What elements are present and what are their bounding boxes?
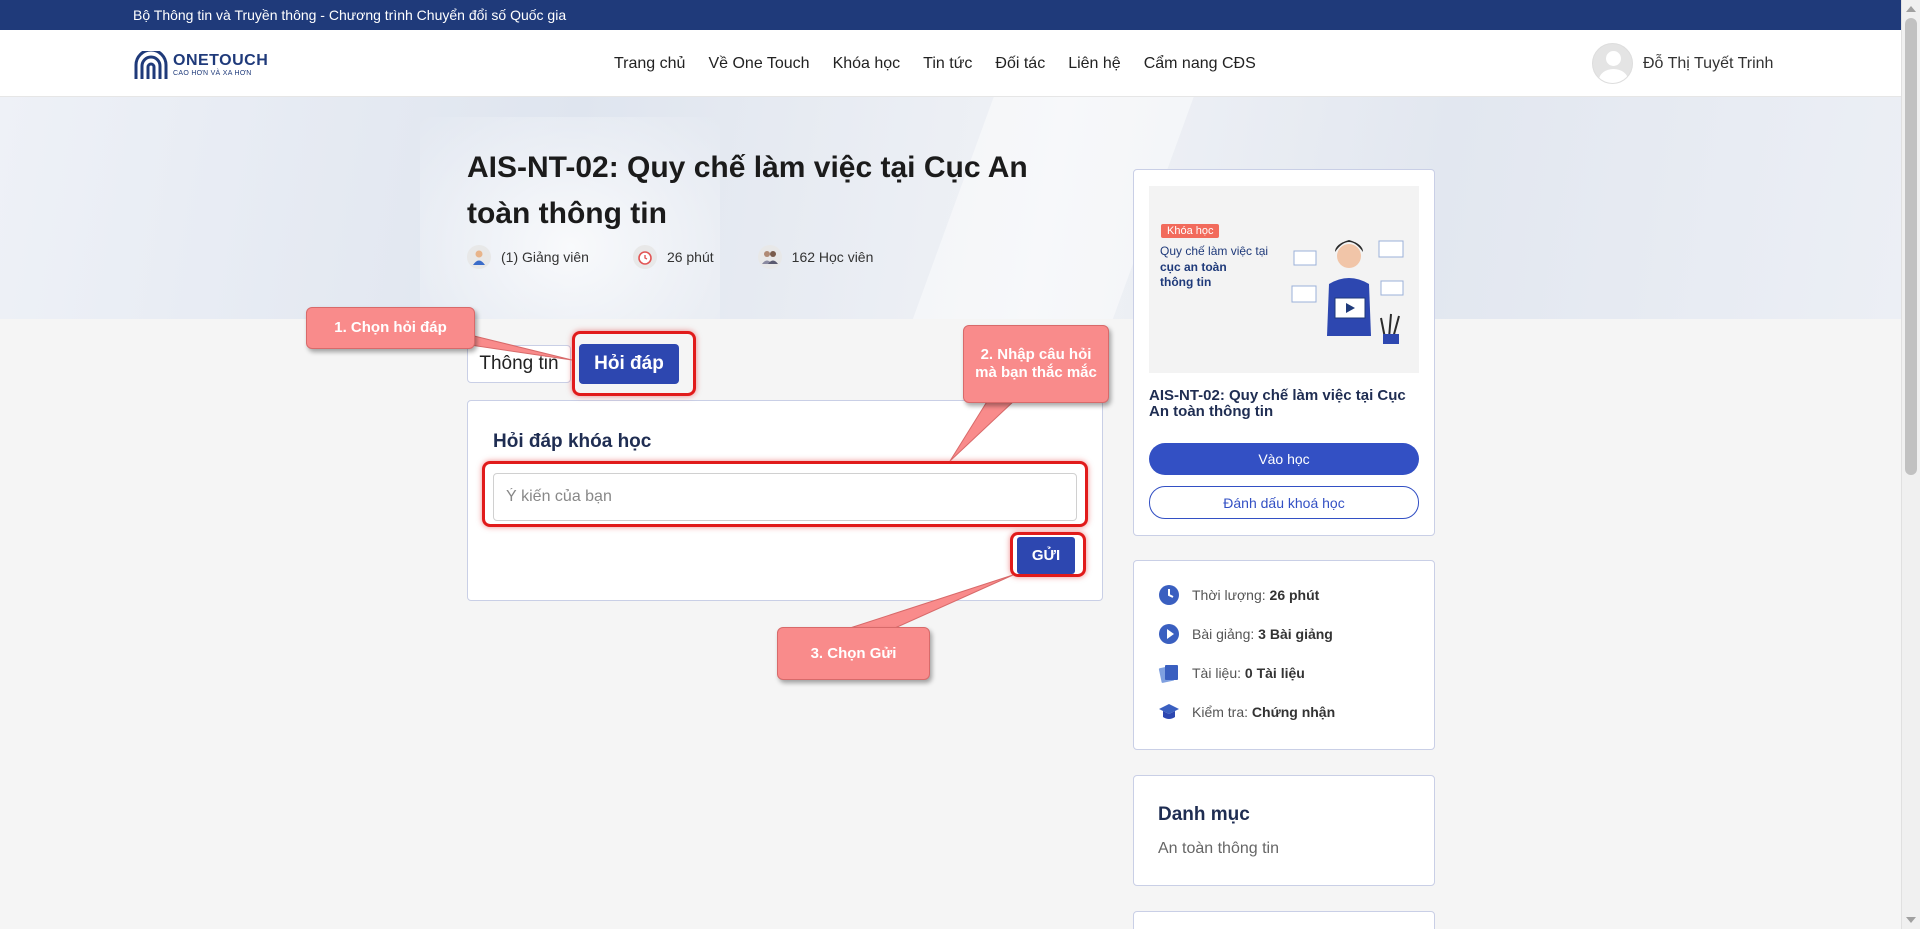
nav-item-about[interactable]: Về One Touch xyxy=(708,55,809,73)
info-documents-value: 0 Tài liệu xyxy=(1244,665,1305,681)
info-duration: Thời lượng: 26 phút xyxy=(1158,584,1319,606)
scrollbar-thumb[interactable] xyxy=(1905,18,1917,475)
documents-icon xyxy=(1158,662,1180,684)
clock-icon xyxy=(1158,584,1180,606)
top-banner-text: Bộ Thông tin và Truyền thông - Chương tr… xyxy=(133,7,567,23)
site-header: ONETOUCH CAO HƠN VÀ XA HƠN Trang chủ Về … xyxy=(0,30,1901,97)
lecturer-count: (1) Giảng viên xyxy=(501,249,589,265)
nav-item-handbook[interactable]: Cẩm nang CĐS xyxy=(1144,55,1256,73)
tab-qa[interactable]: Hỏi đáp xyxy=(579,344,679,384)
play-circle-icon xyxy=(1158,623,1180,645)
scroll-down-icon[interactable] xyxy=(1906,917,1916,923)
top-banner: Bộ Thông tin và Truyền thông - Chương tr… xyxy=(0,0,1901,30)
info-exam-label: Kiểm tra: xyxy=(1192,704,1249,720)
logo-subtitle: CAO HƠN VÀ XA HƠN xyxy=(173,69,252,77)
alarm-clock-icon xyxy=(632,245,657,269)
thumbnail-line-2: cục an toàn xyxy=(1160,260,1227,274)
student-count: 162 Học viên xyxy=(791,249,874,265)
category-item[interactable]: An toàn thông tin xyxy=(1158,840,1279,858)
callout-step-2: 2. Nhập câu hỏi mà bạn thắc mắc xyxy=(963,325,1109,403)
thumbnail-tag: Khóa học xyxy=(1161,224,1220,238)
qa-panel: Hỏi đáp khóa học GỬI xyxy=(467,400,1103,601)
students-icon xyxy=(757,245,782,269)
enter-course-button[interactable]: Vào học xyxy=(1149,443,1419,475)
callout-step-3: 3. Chọn Gửi xyxy=(777,627,930,680)
page-title: AIS-NT-02: Quy chế làm việc tại Cục An t… xyxy=(467,151,1028,230)
bookmark-course-button[interactable]: Đánh dấu khoá học xyxy=(1149,486,1419,519)
site-logo[interactable]: ONETOUCH CAO HƠN VÀ XA HƠN xyxy=(133,50,268,80)
course-thumbnail: Khóa học Quy chế làm việc tại cục an toà… xyxy=(1149,186,1419,373)
presenter-illustration-icon xyxy=(1291,240,1404,344)
info-lessons-value: 3 Bài giảng xyxy=(1258,626,1333,642)
course-duration: 26 phút xyxy=(666,249,714,265)
nav-item-home[interactable]: Trang chủ xyxy=(614,55,685,73)
info-lessons: Bài giảng: 3 Bài giảng xyxy=(1158,623,1333,645)
info-exam: Kiểm tra: Chứng nhận xyxy=(1158,701,1335,723)
nav-item-partners[interactable]: Đối tác xyxy=(995,55,1045,73)
user-menu[interactable]: Đỗ Thị Tuyết Trinh xyxy=(1592,43,1773,84)
extra-card xyxy=(1133,911,1435,929)
callout-step-1: 1. Chọn hỏi đáp xyxy=(306,307,475,349)
scroll-up-icon[interactable] xyxy=(1906,6,1916,12)
main-nav: Trang chủ Về One Touch Khóa học Tin tức … xyxy=(614,30,1256,97)
user-name: Đỗ Thị Tuyết Trinh xyxy=(1643,54,1774,72)
info-exam-value: Chứng nhận xyxy=(1251,704,1336,720)
avatar xyxy=(1592,43,1633,84)
thumbnail-line-1: Quy chế làm việc tại xyxy=(1160,244,1269,258)
graduation-cap-icon xyxy=(1158,701,1180,723)
course-card: Khóa học Quy chế làm việc tại cục an toà… xyxy=(1133,169,1435,536)
page-scrollbar[interactable] xyxy=(1901,0,1920,929)
logo-title: ONETOUCH xyxy=(173,51,269,69)
thumbnail-line-3: thông tin xyxy=(1160,275,1212,289)
course-meta: (1) Giảng viên 26 phút 162 Học viên xyxy=(467,245,911,269)
info-duration-value: 26 phút xyxy=(1269,587,1320,603)
qa-title: Hỏi đáp khóa học xyxy=(493,431,652,452)
question-input[interactable] xyxy=(493,473,1077,521)
nav-item-courses[interactable]: Khóa học xyxy=(833,55,901,73)
info-documents: Tài liệu: 0 Tài liệu xyxy=(1158,662,1305,684)
card-course-title: AIS-NT-02: Quy chế làm việc tại Cục An t… xyxy=(1149,387,1406,420)
course-info-card: Thời lượng: 26 phút Bài giảng: 3 Bài giả… xyxy=(1133,560,1435,750)
nav-item-news[interactable]: Tin tức xyxy=(923,55,972,73)
tab-info[interactable]: Thông tin xyxy=(467,345,571,383)
category-title: Danh mục xyxy=(1158,804,1250,825)
logo-arch-icon xyxy=(134,51,168,79)
nav-item-contact[interactable]: Liên hệ xyxy=(1068,55,1121,73)
send-button[interactable]: GỬI xyxy=(1017,537,1075,574)
lecturer-icon xyxy=(467,245,491,269)
info-documents-label: Tài liệu: xyxy=(1192,665,1242,681)
info-duration-label: Thời lượng: xyxy=(1192,587,1266,603)
category-card: Danh mục An toàn thông tin xyxy=(1133,775,1435,886)
info-lessons-label: Bài giảng: xyxy=(1192,626,1255,642)
